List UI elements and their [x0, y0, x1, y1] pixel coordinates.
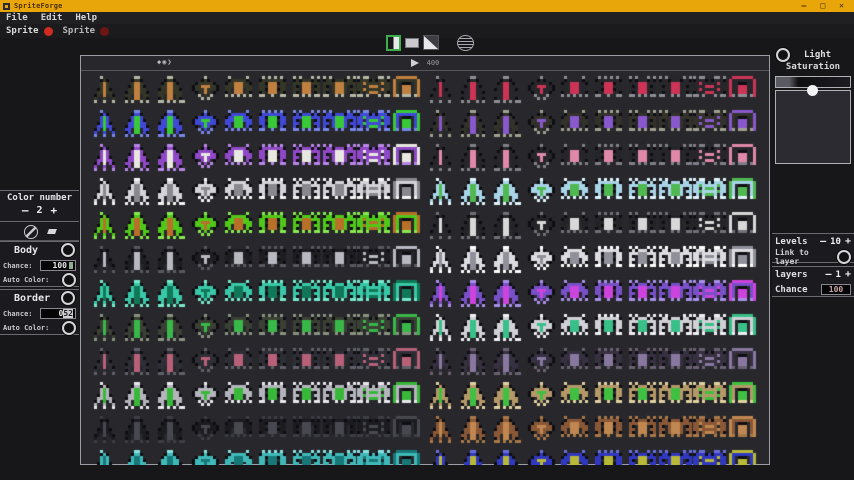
sprite-preview-panel: 400 ◆◉❯: [80, 55, 770, 465]
body-section: Body Chance: 100 Auto Color:: [0, 241, 79, 287]
color-number-label: Color number: [0, 191, 79, 203]
border-auto-color-toggle[interactable]: [62, 321, 76, 335]
menu-bar: File Edit Help: [0, 12, 854, 24]
maximize-button[interactable]: □: [820, 0, 825, 12]
border-section: Border Chance: 052 Auto Color:: [0, 289, 79, 335]
split-view-icon[interactable]: [386, 35, 401, 51]
chance-input[interactable]: 100: [821, 284, 851, 295]
border-section-label: Border: [14, 293, 50, 304]
tool-buttons-row: [0, 223, 79, 241]
light-label: Light: [804, 50, 831, 60]
menu-file[interactable]: File: [6, 13, 28, 23]
tab-close-icon[interactable]: [100, 27, 109, 36]
levels-plus-button[interactable]: +: [845, 236, 851, 247]
saturation-label: Saturation: [772, 62, 854, 75]
tab-sprite-1[interactable]: Sprite: [6, 26, 53, 36]
levels-minus-button[interactable]: —: [820, 236, 826, 247]
minimize-button[interactable]: –: [802, 0, 807, 12]
chance-label: Chance: [775, 285, 808, 295]
play-icon[interactable]: [411, 59, 419, 67]
border-chance-value-selected: 52: [63, 309, 73, 318]
tab-sprite-2[interactable]: Sprite: [63, 26, 110, 36]
body-chance-value: 100: [53, 261, 67, 270]
app-icon: [3, 3, 10, 10]
title-bar[interactable]: SpriteForge – □ ✕: [0, 0, 854, 12]
color-number-plus-button[interactable]: +: [51, 204, 58, 217]
eraser-icon[interactable]: [47, 229, 57, 234]
color-number-value: 2: [36, 205, 42, 216]
sphere-icon[interactable]: [457, 35, 474, 51]
border-chance-input[interactable]: 052: [40, 308, 76, 319]
layers-plus-button[interactable]: +: [845, 269, 851, 280]
layers-label: layers: [775, 270, 808, 280]
layers-minus-button[interactable]: —: [826, 269, 832, 280]
sprite-grid-canvas[interactable]: [81, 71, 769, 465]
border-toggle[interactable]: [61, 291, 75, 305]
light-toggle[interactable]: [776, 48, 790, 62]
menu-help[interactable]: Help: [75, 13, 97, 23]
color-number-box: Color number — 2 +: [0, 190, 79, 222]
levels-label: Levels: [775, 237, 808, 247]
link-to-layer-toggle[interactable]: [837, 250, 851, 264]
toolbar: [383, 35, 483, 51]
playback-speed: 400: [427, 59, 440, 67]
spriteforge-window: SpriteForge – □ ✕ File Edit Help Sprite …: [0, 0, 854, 480]
tab-label: Sprite: [63, 26, 96, 36]
body-chance-label: Chance:: [3, 262, 33, 270]
picker-handle[interactable]: [807, 85, 818, 96]
text-caret: [69, 262, 73, 269]
pencil-icon[interactable]: [24, 225, 38, 239]
color-number-minus-button[interactable]: —: [22, 204, 29, 217]
window-title: SpriteForge: [14, 2, 63, 10]
body-auto-color-label: Auto Color:: [3, 276, 49, 284]
border-auto-color-label: Auto Color:: [3, 324, 49, 332]
close-button[interactable]: ✕: [839, 0, 844, 12]
body-toggle[interactable]: [61, 243, 75, 257]
tab-label: Sprite: [6, 26, 39, 36]
border-chance-label: Chance:: [3, 310, 33, 318]
menu-edit[interactable]: Edit: [41, 13, 63, 23]
body-chance-input[interactable]: 100: [40, 260, 76, 271]
playback-strip: 400: [81, 56, 769, 71]
layers-value: 1: [836, 270, 841, 280]
layers-box: layers — 1 + Chance 100: [772, 266, 854, 297]
light-saturation-panel: Light Saturation: [772, 48, 854, 164]
cursor-overlay-icon: ◆◉❯: [157, 58, 173, 66]
link-to-layer-label: Link to layer: [775, 248, 837, 266]
diagonal-fill-icon[interactable]: [423, 35, 439, 50]
levels-value: 10: [830, 237, 841, 247]
body-auto-color-toggle[interactable]: [62, 273, 76, 287]
body-section-label: Body: [14, 245, 38, 256]
light-saturation-picker[interactable]: [775, 90, 851, 164]
tab-close-icon[interactable]: [44, 27, 53, 36]
levels-box: Levels — 10 + Link to layer: [772, 233, 854, 263]
frame-icon[interactable]: [405, 38, 419, 48]
